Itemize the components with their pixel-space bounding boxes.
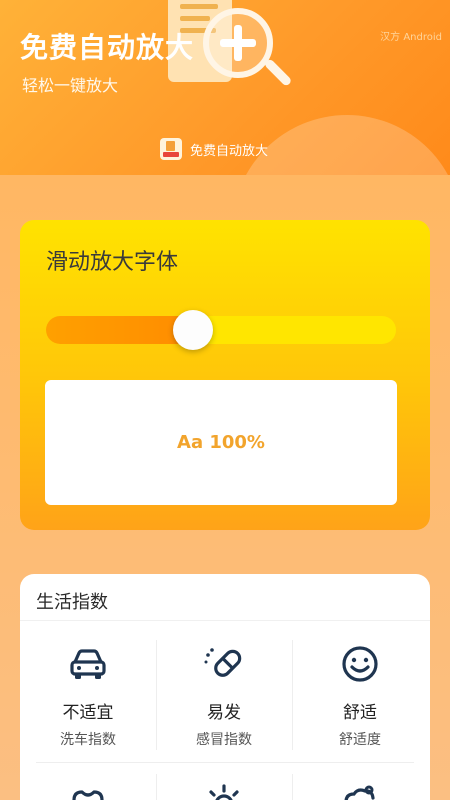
life-index-item-clothing[interactable] <box>20 780 156 800</box>
font-preview-box: Aa 100% <box>45 380 397 505</box>
magnifier-handle-icon <box>263 58 293 87</box>
life-index-item-sun[interactable] <box>156 780 292 800</box>
font-preview-text: Aa 100% <box>177 432 265 453</box>
life-index-label: 洗车指数 <box>60 732 116 748</box>
pill-icon <box>204 648 242 677</box>
life-index-item-weather[interactable] <box>292 780 428 800</box>
divider <box>20 620 430 621</box>
font-slider-card: 滑动放大字体 Aa 100% <box>20 220 430 530</box>
app-subtitle: 轻松一键放大 <box>22 76 119 95</box>
slider-card-title: 滑动放大字体 <box>46 250 179 275</box>
shirt-icon <box>72 790 104 800</box>
life-index-item-cold[interactable]: 易发 感冒指数 <box>156 642 292 749</box>
life-index-item-car-wash[interactable]: 不适宜 洗车指数 <box>20 642 156 749</box>
life-index-card: 生活指数 不适宜 洗车指数 易发 感冒指数 舒适 舒适度 <box>20 574 430 800</box>
car-icon <box>70 649 106 679</box>
app-badge: 免费自动放大 <box>160 138 268 160</box>
corner-watermark: 汉方 Android <box>380 32 442 43</box>
sun-icon <box>209 784 239 800</box>
life-index-item-comfort[interactable]: 舒适 舒适度 <box>292 642 428 749</box>
life-index-value: 易发 <box>207 703 241 723</box>
app-logo-icon <box>160 138 182 160</box>
plus-icon <box>216 21 260 65</box>
header-banner: 免费自动放大 轻松一键放大 汉方 Android 免费自动放大 <box>0 0 450 175</box>
life-index-label: 感冒指数 <box>196 732 252 748</box>
life-index-value: 不适宜 <box>62 703 114 723</box>
app-title: 免费自动放大 <box>20 31 195 64</box>
divider <box>36 762 414 763</box>
cloud-icon <box>344 785 375 800</box>
app-badge-label: 免费自动放大 <box>190 143 269 159</box>
slider-thumb[interactable] <box>173 310 213 350</box>
life-index-label: 舒适度 <box>339 732 381 748</box>
slider-fill <box>46 316 193 344</box>
smiley-icon <box>342 646 378 682</box>
life-index-value: 舒适 <box>343 703 377 723</box>
life-index-title: 生活指数 <box>36 592 108 613</box>
font-size-slider[interactable] <box>46 310 396 350</box>
